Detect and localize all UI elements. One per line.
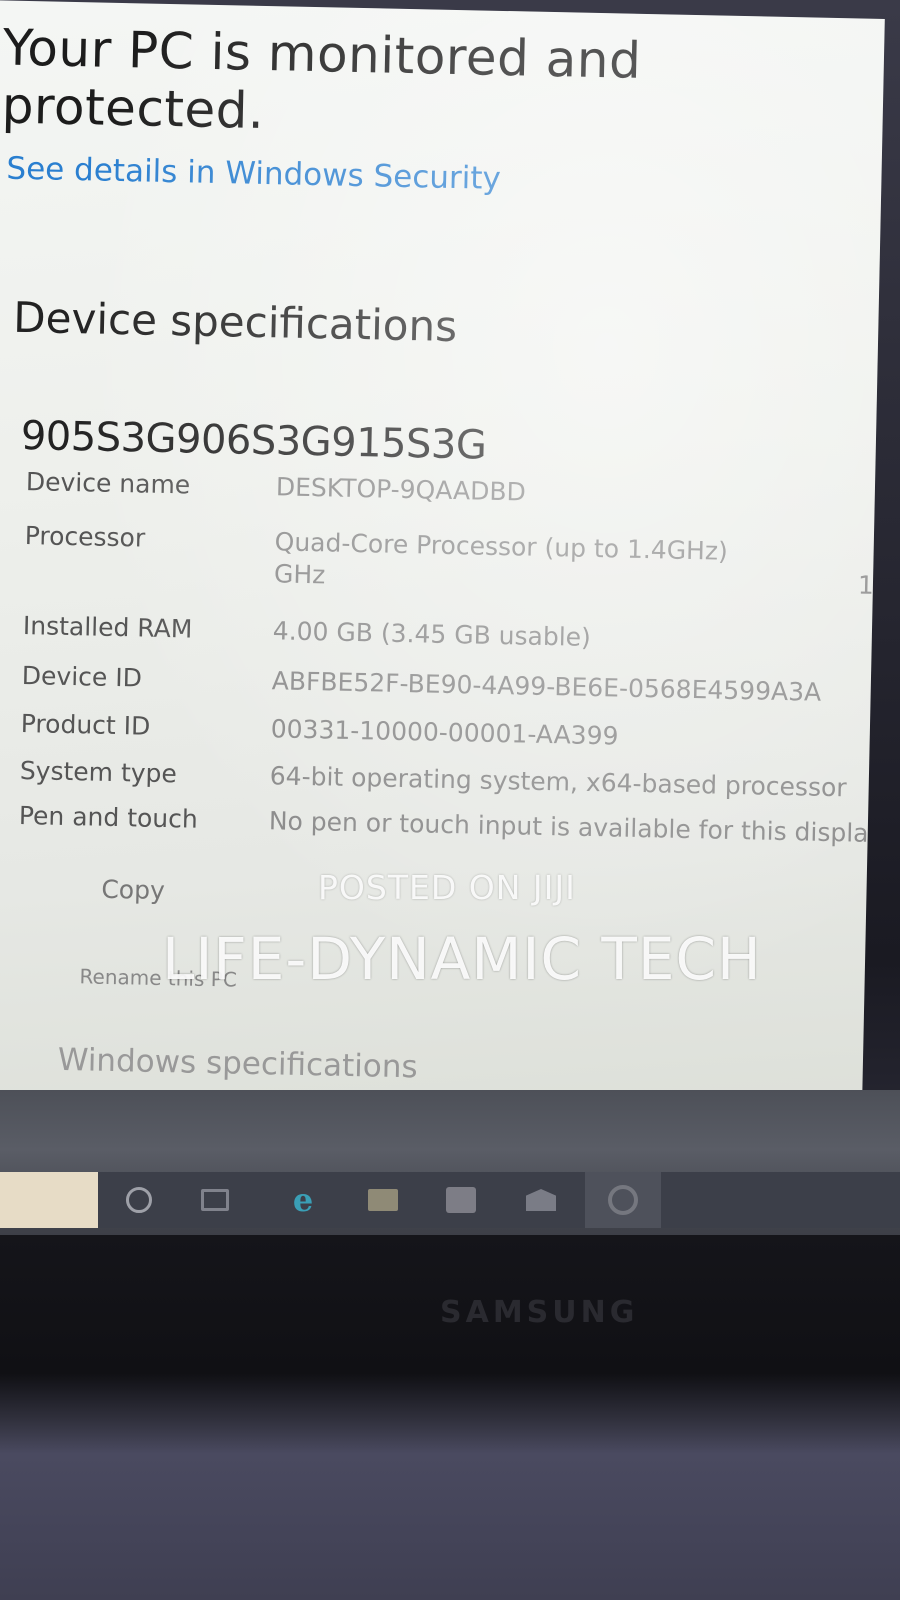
spec-value: ABFBE52F-BE90-4A99-BE6E-0568E4599A3A <box>271 666 822 707</box>
task-view-icon[interactable] <box>200 1186 230 1214</box>
taskbar: e <box>0 1172 900 1228</box>
spec-row-processor: Processor Quad-Core Processor (up to 1.4… <box>24 521 885 589</box>
watermark-seller-name: LIFE-DYNAMIC TECH <box>162 925 762 993</box>
edge-icon[interactable]: e <box>288 1181 318 1219</box>
search-icon[interactable] <box>124 1186 154 1214</box>
spec-row-device-name: Device name DESKTOP-9QAADBD <box>25 467 884 525</box>
spec-value: No pen or touch input is available for t… <box>268 806 884 849</box>
protection-status-title: Your PC is monitored and protected. <box>1 18 642 140</box>
spec-row-device-id: Device ID ABFBE52F-BE90-4A99-BE6E-0568E4… <box>21 661 882 719</box>
windows-security-link[interactable]: See details in Windows Security <box>6 151 501 197</box>
settings-icon[interactable] <box>608 1185 638 1215</box>
spec-label: Installed RAM <box>22 611 193 644</box>
laptop-screen-photo: Your PC is monitored and protected. See … <box>0 0 900 1600</box>
brand-logo: SAMSUNG <box>440 1295 639 1330</box>
device-specifications-heading: Device specifications <box>12 292 458 352</box>
spec-label: Product ID <box>20 709 151 741</box>
spec-value: Quad-Core Processor (up to 1.4GHz) GHz <box>273 527 729 590</box>
spec-label: System type <box>19 756 178 789</box>
start-button[interactable] <box>0 1172 98 1228</box>
spec-value: 64-bit operating system, x64-based proce… <box>269 761 847 803</box>
spec-label: Device ID <box>21 661 143 693</box>
spec-value: 4.00 GB (3.45 GB usable) <box>272 616 592 652</box>
mail-icon[interactable] <box>526 1186 556 1214</box>
laptop-body: SAMSUNG <box>0 1235 900 1600</box>
clipped-text-fragment: 1 <box>857 570 875 600</box>
device-model-name: 905S3G906S3G915S3G <box>20 412 487 469</box>
spec-row-installed-ram: Installed RAM 4.00 GB (3.45 GB usable) <box>22 611 883 669</box>
spec-label: Processor <box>24 521 146 553</box>
copy-button[interactable]: Copy <box>101 875 165 905</box>
spec-label: Pen and touch <box>18 800 199 834</box>
store-icon[interactable] <box>446 1186 476 1214</box>
watermark-posted-on: POSTED ON JIJI <box>318 868 576 907</box>
windows-specifications-heading: Windows specifications <box>57 1041 419 1086</box>
spec-value: DESKTOP-9QAADBD <box>275 472 527 507</box>
spec-value: 00331-10000-00001-AA399 <box>270 714 619 751</box>
file-explorer-icon[interactable] <box>368 1186 398 1214</box>
spec-label: Device name <box>25 467 191 500</box>
